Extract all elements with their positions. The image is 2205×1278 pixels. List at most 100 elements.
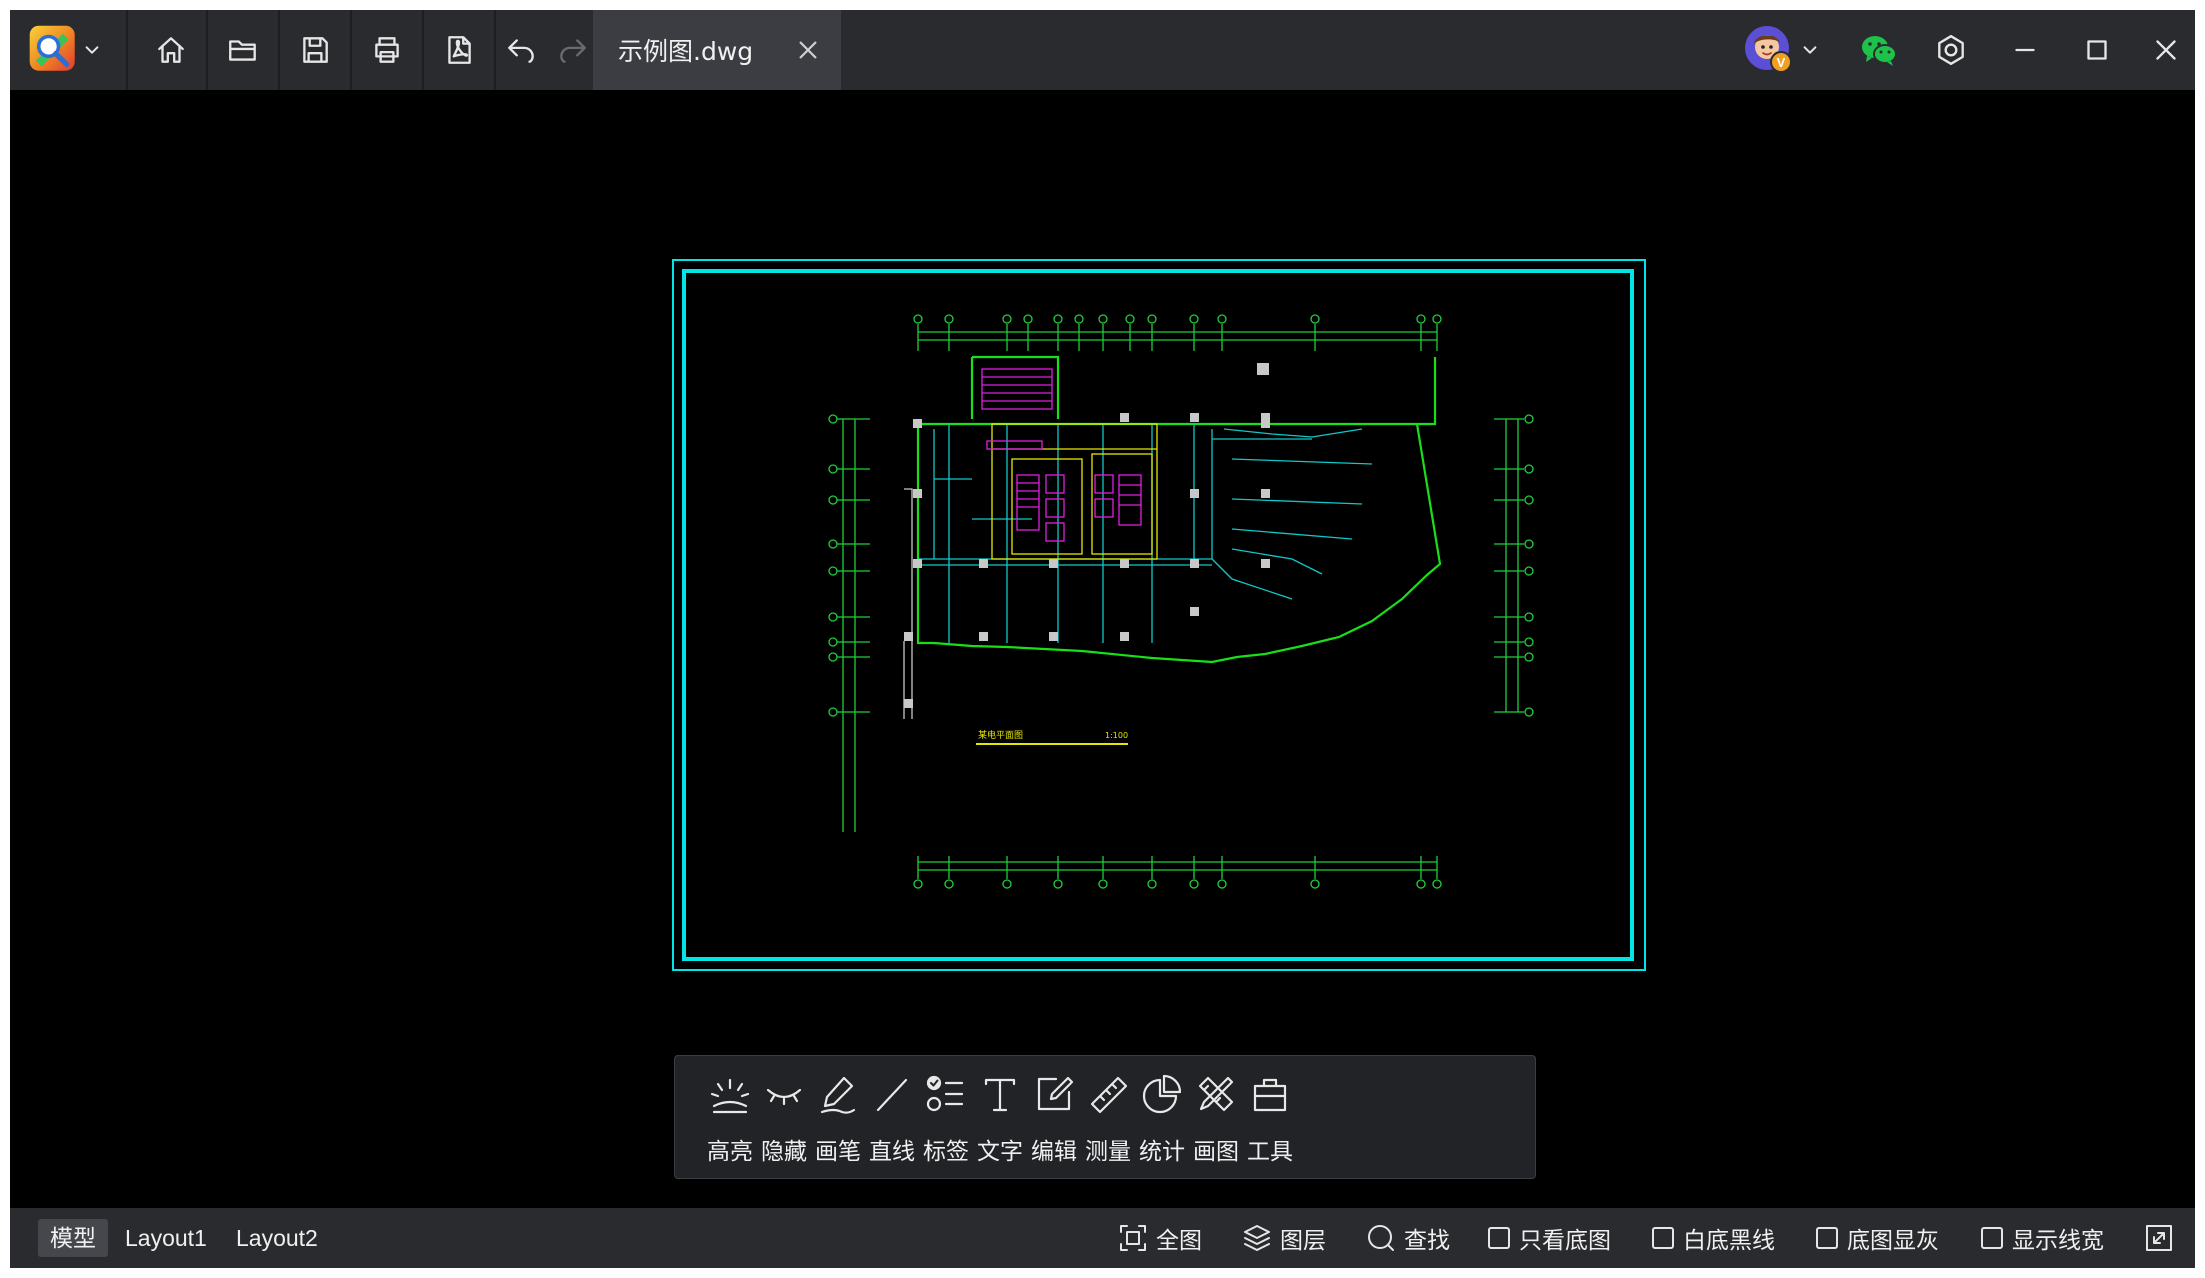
show-lineweight-toggle[interactable]: 显示线宽 [1981, 1219, 2104, 1257]
chevron-down-icon [85, 46, 99, 54]
user-account-button[interactable]: V [1736, 10, 1826, 90]
search-icon [1368, 1225, 1394, 1251]
minimize-button[interactable] [1992, 10, 2058, 90]
maximize-icon [2087, 40, 2107, 60]
pie-chart-icon [1142, 1074, 1182, 1114]
undo-icon [508, 39, 534, 63]
close-icon [799, 41, 817, 59]
pen-icon [820, 1076, 856, 1114]
base-gray-toggle[interactable]: 底图显灰 [1816, 1219, 1939, 1257]
print-button[interactable] [354, 10, 420, 90]
layers-icon [1244, 1225, 1270, 1251]
status-bar: 模型 Layout1 Layout2 全图 图层 查找 只看底图 白底黑线 底图… [10, 1208, 2195, 1268]
layout-tab-model[interactable]: 模型 [38, 1219, 108, 1257]
wechat-button[interactable] [1846, 10, 1912, 90]
divider [422, 10, 424, 90]
title-bar: 示例图.dwg V [10, 10, 2195, 90]
settings-button[interactable] [1918, 10, 1984, 90]
layout-tab-layout2[interactable]: Layout2 [224, 1219, 330, 1257]
fit-all-button[interactable]: 全图 [1118, 1219, 1202, 1257]
text-icon [984, 1078, 1016, 1112]
search-label: 查找 [1404, 1228, 1450, 1254]
open-file-button[interactable] [210, 10, 276, 90]
divider [206, 10, 208, 90]
only-base-label: 只看底图 [1519, 1228, 1611, 1254]
highlight-icon [710, 1078, 750, 1114]
drawing-frame-outer [672, 259, 1646, 971]
hide-eye-icon [766, 1088, 802, 1106]
redo-button[interactable] [550, 10, 596, 90]
layers-label: 图层 [1280, 1228, 1326, 1254]
tab-file[interactable]: 示例图.dwg [593, 10, 841, 90]
tab-close-button[interactable] [790, 32, 826, 68]
bottom-dimensions [917, 856, 1438, 879]
folder-open-icon [229, 40, 256, 61]
drawing-title: 某电平面图 [978, 729, 1023, 741]
settings-icon [1938, 35, 1964, 65]
search-button[interactable]: 查找 [1366, 1219, 1450, 1257]
home-button[interactable] [138, 10, 204, 90]
app-menu-button[interactable] [24, 10, 104, 90]
tool-toolbox[interactable]: 工具 [1235, 1066, 1305, 1166]
export-pdf-button[interactable] [426, 10, 492, 90]
white-bg-black-lines-label: 白底黑线 [1683, 1228, 1775, 1254]
vip-badge: V [1777, 55, 1786, 70]
close-icon [2155, 40, 2176, 60]
drawing-frame-inner [682, 269, 1634, 961]
save-icon [303, 37, 328, 63]
cad-viewer-logo-icon [29, 25, 75, 71]
fit-all-icon [1120, 1225, 1146, 1251]
fullscreen-button[interactable] [2144, 1219, 2182, 1257]
interior-cyan [918, 424, 1373, 643]
expand-icon [2146, 1225, 2172, 1251]
wechat-icon [1862, 36, 1897, 66]
cad-drawing[interactable]: 某电平面图 1:100 [672, 259, 1656, 975]
ruler-icon [1090, 1076, 1128, 1114]
top-dimensions [917, 324, 1438, 351]
edit-icon [1037, 1076, 1074, 1111]
close-window-button[interactable] [2136, 10, 2195, 90]
only-base-toggle[interactable]: 只看底图 [1488, 1219, 1611, 1257]
print-icon [375, 37, 399, 63]
base-gray-label: 底图显灰 [1847, 1228, 1939, 1254]
tab-title: 示例图.dwg [618, 37, 754, 66]
avatar-icon: V [1745, 26, 1792, 73]
west-annex [903, 488, 913, 719]
floor-plan: 某电平面图 1:100 [828, 314, 1534, 889]
chevron-down-icon [1803, 46, 1817, 54]
left-dimensions [837, 418, 870, 832]
tag-list-icon [926, 1075, 964, 1112]
show-lineweight-label: 显示线宽 [2012, 1228, 2104, 1254]
line-icon [876, 1078, 908, 1112]
tool-label: 工具 [1247, 1139, 1293, 1165]
annotation-toolbar: 高亮 隐藏 画笔 直线 标签 文字 编辑 测量 统计 画图 工具 [674, 1055, 1536, 1179]
grid-bubbles [828, 314, 1534, 889]
divider [278, 10, 280, 90]
undo-button[interactable] [496, 10, 546, 90]
toolbox-icon [1253, 1078, 1287, 1112]
minimize-icon [2015, 48, 2035, 52]
save-button[interactable] [282, 10, 348, 90]
drawing-scale: 1:100 [1105, 731, 1128, 740]
right-dimensions [1494, 418, 1524, 713]
maximize-button[interactable] [2064, 10, 2130, 90]
redo-icon [560, 39, 586, 63]
columns [904, 363, 1270, 708]
walls [916, 355, 1442, 664]
drawing-canvas[interactable]: 某电平面图 1:100 高亮 隐藏 画笔 直线 标签 文字 编辑 测量 统计 画… [10, 90, 2195, 1208]
pdf-icon [448, 36, 471, 64]
divider [350, 10, 352, 90]
checkbox[interactable] [1816, 1227, 1838, 1249]
divider [126, 10, 128, 90]
fit-all-label: 全图 [1156, 1228, 1202, 1254]
checkbox[interactable] [1488, 1227, 1510, 1249]
app-window: 示例图.dwg V 某电平面图 1:100 高亮 隐藏 画笔 直线 标签 文字 … [10, 10, 2195, 1268]
white-bg-black-lines-toggle[interactable]: 白底黑线 [1652, 1219, 1775, 1257]
magenta-stairs [981, 368, 1142, 542]
layers-button[interactable]: 图层 [1242, 1219, 1326, 1257]
layout-tab-layout1[interactable]: Layout1 [113, 1219, 219, 1257]
checkbox[interactable] [1981, 1227, 2003, 1249]
draw-tools-icon [1198, 1076, 1234, 1112]
checkbox[interactable] [1652, 1227, 1674, 1249]
home-icon [158, 37, 184, 63]
